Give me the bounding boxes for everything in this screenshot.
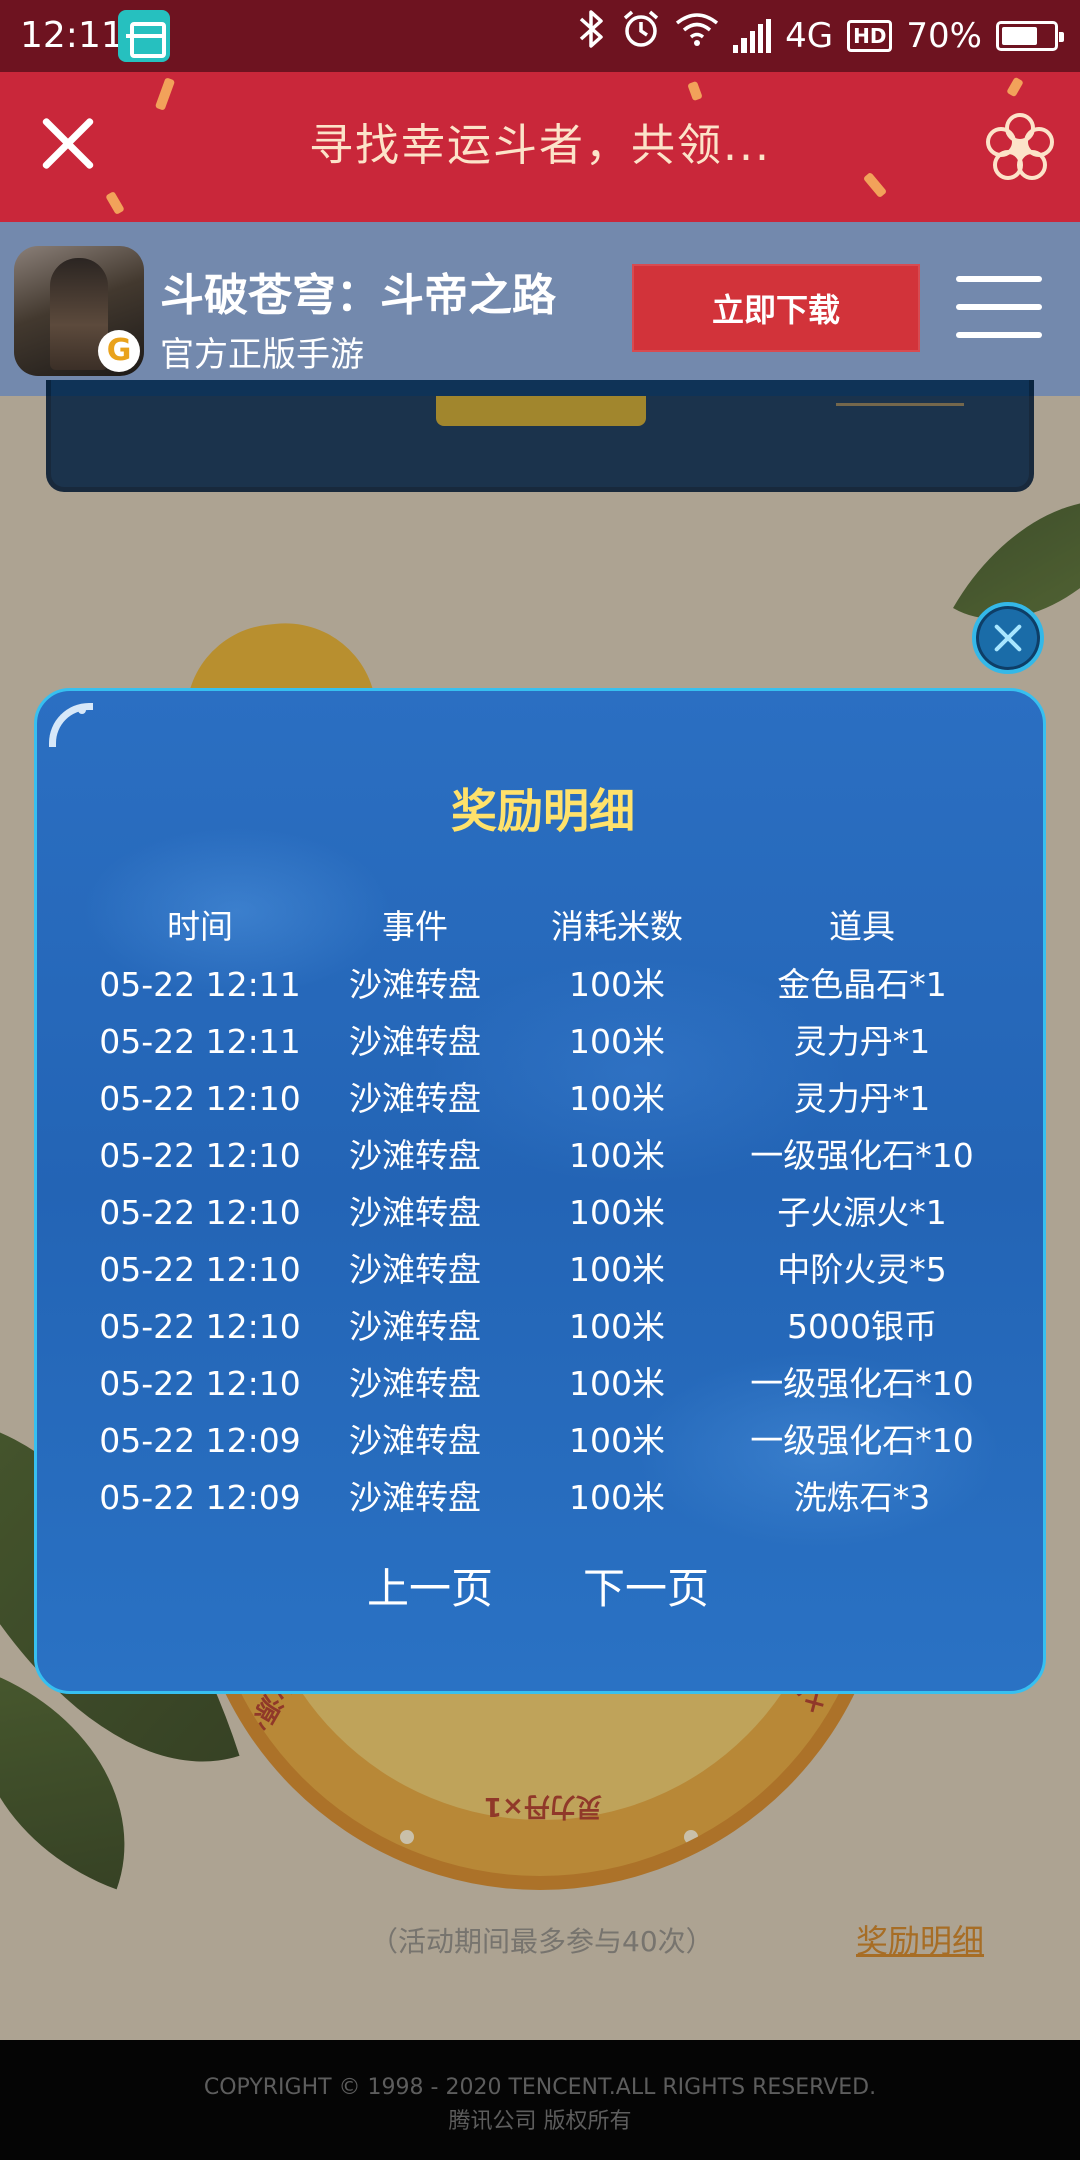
modal-title: 奖励明细: [451, 784, 635, 838]
cell-time: 05-22 12:09: [99, 1478, 301, 1517]
app-subtitle: 官方正版手游: [160, 335, 364, 375]
table-header: 时间 事件 消耗米数 道具: [37, 901, 1043, 953]
hd-badge: HD: [847, 20, 893, 52]
cell-cost: 100米: [569, 1193, 665, 1232]
cell-event: 沙滩转盘: [349, 1250, 481, 1289]
cell-event: 沙滩转盘: [349, 1079, 481, 1118]
table-row: 05-22 12:10 沙滩转盘 100米 灵力丹*1: [37, 1073, 1043, 1130]
cell-cost: 100米: [569, 1478, 665, 1517]
copyright-text: COPYRIGHT © 1998 - 2020 TENCENT.ALL RIGH…: [203, 2075, 877, 2100]
cell-cost: 100米: [569, 965, 665, 1004]
cell-cost: 100米: [569, 1136, 665, 1175]
cell-item: 灵力丹*1: [793, 1022, 931, 1061]
cell-event: 沙滩转盘: [349, 1193, 481, 1232]
modal-close-icon[interactable]: [972, 602, 1044, 674]
network-type: 4G: [785, 16, 834, 56]
corner-decoration: [49, 703, 93, 747]
battery-icon: [996, 21, 1064, 51]
table-row: 05-22 12:10 沙滩转盘 100米 子火源火*1: [37, 1187, 1043, 1244]
cell-cost: 100米: [569, 1079, 665, 1118]
cell-cost: 100米: [569, 1022, 665, 1061]
cell-item: 金色晶石*1: [777, 965, 947, 1004]
table-row: 05-22 12:11 沙滩转盘 100米 金色晶石*1: [37, 959, 1043, 1016]
table-row: 05-22 12:10 沙滩转盘 100米 一级强化石*10: [37, 1130, 1043, 1187]
status-icons: 4G HD 70%: [577, 9, 1064, 64]
tencent-games-icon: G: [98, 330, 140, 372]
cell-item: 灵力丹*1: [793, 1079, 931, 1118]
table-row: 05-22 12:09 沙滩转盘 100米 一级强化石*10: [37, 1415, 1043, 1472]
menu-icon[interactable]: [956, 276, 1042, 340]
cell-event: 沙滩转盘: [349, 1421, 481, 1460]
cell-time: 05-22 12:09: [99, 1421, 301, 1460]
table-row: 05-22 12:10 沙滩转盘 100米 中阶火灵*5: [37, 1244, 1043, 1301]
page-title: 寻找幸运斗者，共领...: [309, 120, 771, 171]
column-header-event: 事件: [382, 907, 448, 946]
cell-event: 沙滩转盘: [349, 1136, 481, 1175]
table-row: 05-22 12:09 沙滩转盘 100米 洗炼石*3: [37, 1472, 1043, 1529]
cell-time: 05-22 12:10: [99, 1136, 301, 1175]
cell-item: 一级强化石*10: [750, 1364, 974, 1403]
cell-item: 子火源火*1: [777, 1193, 947, 1232]
cell-item: 一级强化石*10: [750, 1421, 974, 1460]
status-time: 12:11: [20, 15, 124, 56]
cell-time: 05-22 12:11: [99, 1022, 301, 1061]
cell-time: 05-22 12:10: [99, 1079, 301, 1118]
table-row: 05-22 12:11 沙滩转盘 100米 灵力丹*1: [37, 1016, 1043, 1073]
cell-time: 05-22 12:10: [99, 1364, 301, 1403]
cell-event: 沙滩转盘: [349, 1307, 481, 1346]
cell-time: 05-22 12:11: [99, 965, 301, 1004]
cell-event: 沙滩转盘: [349, 1478, 481, 1517]
column-header-time: 时间: [167, 907, 233, 946]
alarm-icon: [621, 9, 661, 64]
cell-event: 沙滩转盘: [349, 1022, 481, 1061]
app-name: 斗破苍穹：斗帝之路: [160, 270, 556, 321]
footer: COPYRIGHT © 1998 - 2020 TENCENT.ALL RIGH…: [0, 2040, 1080, 2160]
bluetooth-icon: [577, 9, 607, 64]
download-button[interactable]: 立即下载: [632, 264, 920, 352]
cell-time: 05-22 12:10: [99, 1250, 301, 1289]
column-header-cost: 消耗米数: [551, 907, 683, 946]
close-icon[interactable]: [40, 114, 96, 170]
cell-cost: 100米: [569, 1250, 665, 1289]
status-bar: 12:11 4G HD 70%: [0, 0, 1080, 72]
app-icon[interactable]: G: [14, 246, 144, 376]
reward-table: 时间 事件 消耗米数 道具 05-22 12:11 沙滩转盘 100米 金色晶石*1 0…: [37, 901, 1043, 1529]
table-row: 05-22 12:10 沙滩转盘 100米 一级强化石*10: [37, 1358, 1043, 1415]
battery-percent: 70%: [906, 16, 982, 56]
flower-icon[interactable]: [984, 112, 1056, 184]
cell-time: 05-22 12:10: [99, 1193, 301, 1232]
cell-item: 5000银币: [787, 1307, 937, 1346]
reward-detail-modal: 奖励明细 时间 事件 消耗米数 道具 05-22 12:11 沙滩转盘 100米 金色…: [34, 688, 1046, 1694]
battery-level: [1002, 27, 1037, 45]
cell-cost: 100米: [569, 1364, 665, 1403]
cell-item: 一级强化石*10: [750, 1136, 974, 1175]
column-header-item: 道具: [829, 907, 895, 946]
cell-cost: 100米: [569, 1307, 665, 1346]
cell-item: 洗炼石*3: [793, 1478, 931, 1517]
cell-time: 05-22 12:10: [99, 1307, 301, 1346]
wifi-icon: [675, 10, 719, 62]
company-text: 腾讯公司 版权所有: [448, 2109, 632, 2134]
screenshot-icon: [118, 10, 170, 62]
prev-page-button[interactable]: 上一页: [367, 1559, 493, 1619]
next-page-button[interactable]: 下一页: [583, 1559, 709, 1619]
cell-cost: 100米: [569, 1421, 665, 1460]
cell-event: 沙滩转盘: [349, 965, 481, 1004]
cell-item: 中阶火灵*5: [777, 1250, 947, 1289]
table-row: 05-22 12:10 沙滩转盘 100米 5000银币: [37, 1301, 1043, 1358]
title-bar: 寻找幸运斗者，共领...: [0, 72, 1080, 222]
cell-event: 沙滩转盘: [349, 1364, 481, 1403]
app-download-banner: G 斗破苍穹：斗帝之路 官方正版手游 立即下载: [0, 222, 1080, 396]
signal-icon: [733, 19, 772, 53]
